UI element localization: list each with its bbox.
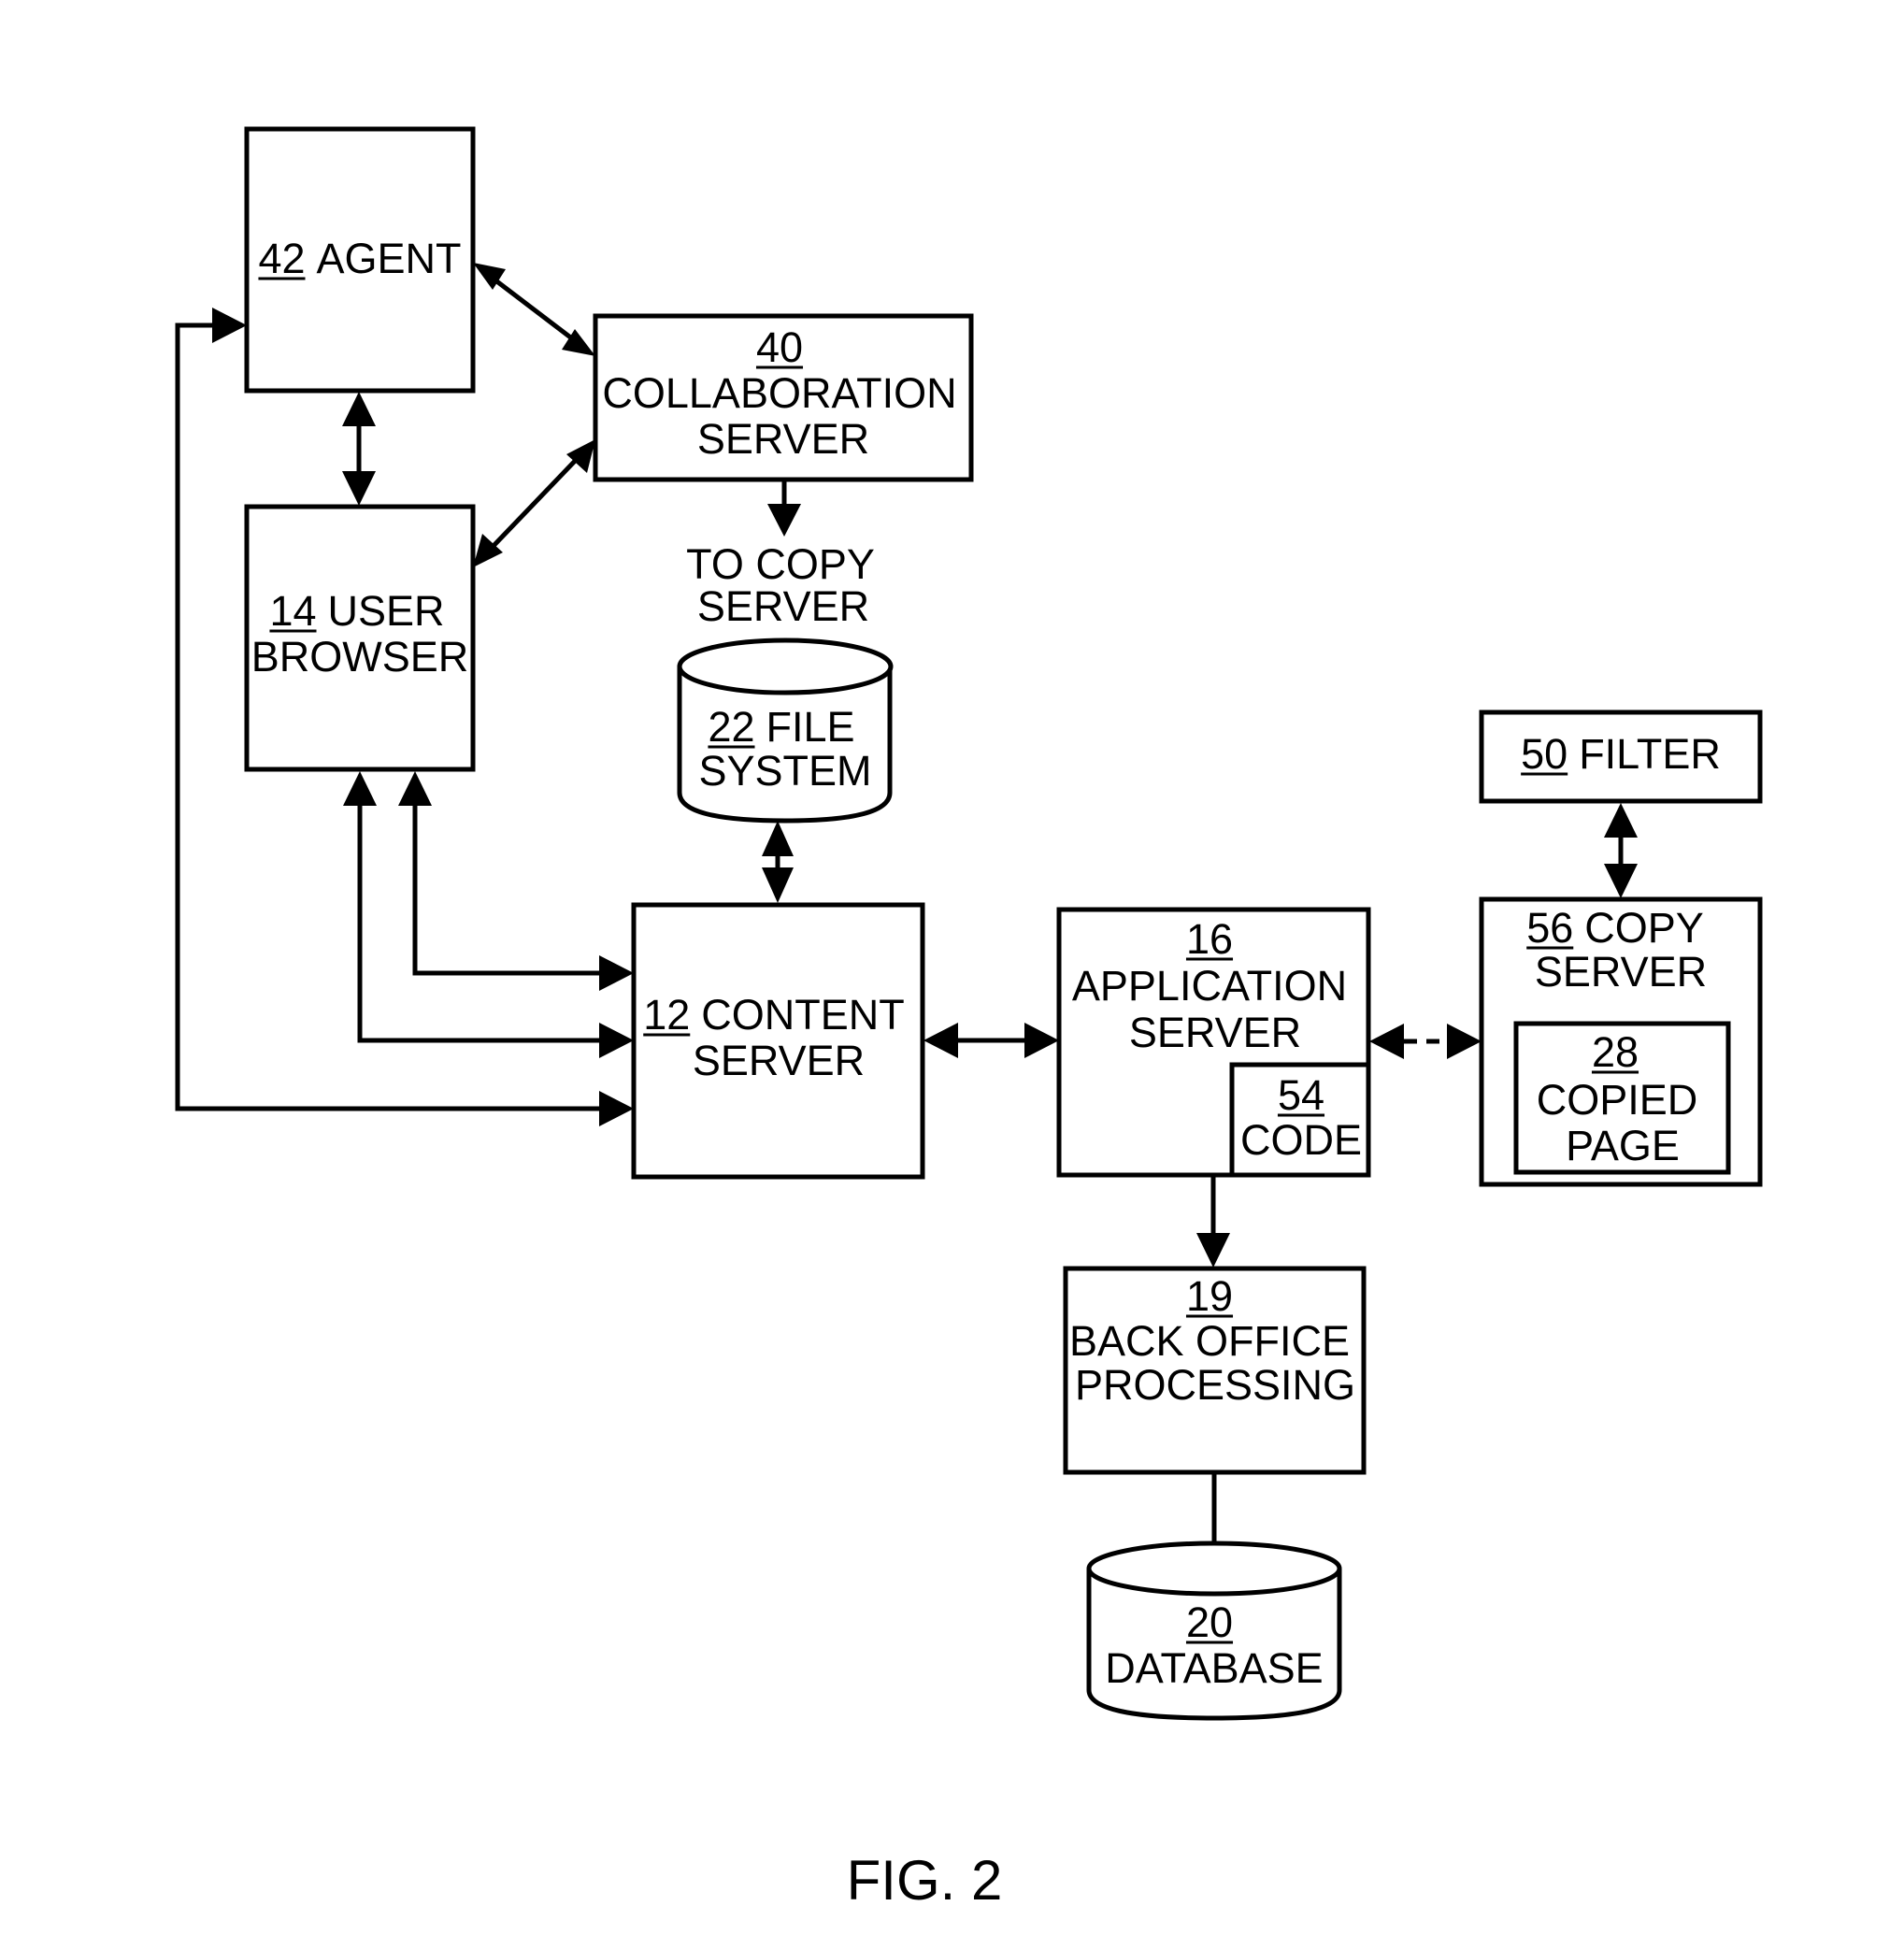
edge-content-browser-2: [343, 771, 634, 1058]
edge-content-browser-1: [398, 771, 634, 991]
copiedpage-line-1: COPIED: [1537, 1076, 1698, 1124]
application-line-2: SERVER: [1129, 1009, 1301, 1056]
edge-application-copyserver: [1369, 1024, 1482, 1059]
node-content-server: 12 CONTENT SERVER: [631, 902, 925, 1180]
application-number: 16: [1186, 915, 1233, 963]
browser-line-2: BROWSER: [251, 633, 469, 681]
agent-label: 42 AGENT: [258, 235, 461, 282]
node-database: 20 DATABASE: [1086, 1541, 1342, 1721]
application-line-1: APPLICATION: [1072, 962, 1347, 1010]
code-label: CODE: [1240, 1116, 1362, 1164]
filesystem-line-1: 22 FILE: [708, 703, 854, 751]
edge-collaboration-tocopy: [767, 480, 801, 537]
copyserver-line-2: SERVER: [1535, 948, 1707, 996]
filesystem-line-2: SYSTEM: [698, 747, 871, 795]
backoffice-line-2: PROCESSING: [1075, 1361, 1355, 1409]
copiedpage-number: 28: [1592, 1028, 1639, 1076]
figure-caption: FIG. 2: [847, 1849, 1003, 1912]
code-number: 54: [1278, 1071, 1324, 1119]
backoffice-number: 19: [1186, 1272, 1233, 1320]
edge-application-backoffice: [1196, 1176, 1230, 1268]
database-label: DATABASE: [1105, 1644, 1323, 1692]
to-copy-line-1: TO COPY: [686, 540, 875, 588]
edge-filter-copyserver: [1604, 803, 1638, 898]
node-copied-page: 28 COPIED PAGE: [1513, 1021, 1731, 1175]
node-code: 54 CODE: [1229, 1062, 1371, 1178]
collaboration-number: 40: [756, 323, 803, 371]
node-back-office: 19 BACK OFFICE PROCESSING: [1063, 1266, 1367, 1475]
content-line-2: SERVER: [693, 1037, 865, 1084]
edge-collaboration-browser: [473, 439, 595, 567]
edge-content-application: [923, 1023, 1059, 1058]
to-copy-line-2: SERVER: [697, 582, 869, 630]
node-agent: 42 AGENT: [244, 126, 476, 394]
backoffice-line-1: BACK OFFICE: [1069, 1317, 1350, 1365]
browser-line-1: 14 USER: [269, 587, 444, 635]
content-line-1: 12 CONTENT: [643, 991, 905, 1039]
collaboration-line-1: COLLABORATION: [602, 369, 956, 417]
node-user-browser: 14 USER BROWSER: [244, 504, 476, 772]
node-filter: 50 FILTER: [1479, 709, 1763, 804]
node-copy-server: 56 COPY SERVER 28 COPIED PAGE: [1479, 896, 1763, 1187]
node-file-system: 22 FILE SYSTEM: [677, 638, 894, 824]
database-number: 20: [1186, 1598, 1233, 1646]
block-diagram: 42 AGENT 40 COLLABORATION SERVER TO COPY …: [175, 126, 1763, 1912]
copiedpage-line-2: PAGE: [1566, 1122, 1680, 1169]
node-application-server: 16 APPLICATION SERVER 54 CODE: [1056, 907, 1371, 1178]
filter-label: 50 FILTER: [1521, 730, 1721, 778]
edge-agent-browser: [342, 392, 376, 506]
node-collaboration-server: 40 COLLABORATION SERVER: [593, 313, 974, 482]
annotation-to-copy-server: TO COPY SERVER: [686, 540, 875, 630]
edge-agent-collaboration: [473, 263, 595, 356]
edge-filesystem-content: [762, 821, 794, 903]
copyserver-line-1: 56 COPY: [1526, 904, 1704, 952]
collaboration-line-2: SERVER: [697, 415, 869, 463]
